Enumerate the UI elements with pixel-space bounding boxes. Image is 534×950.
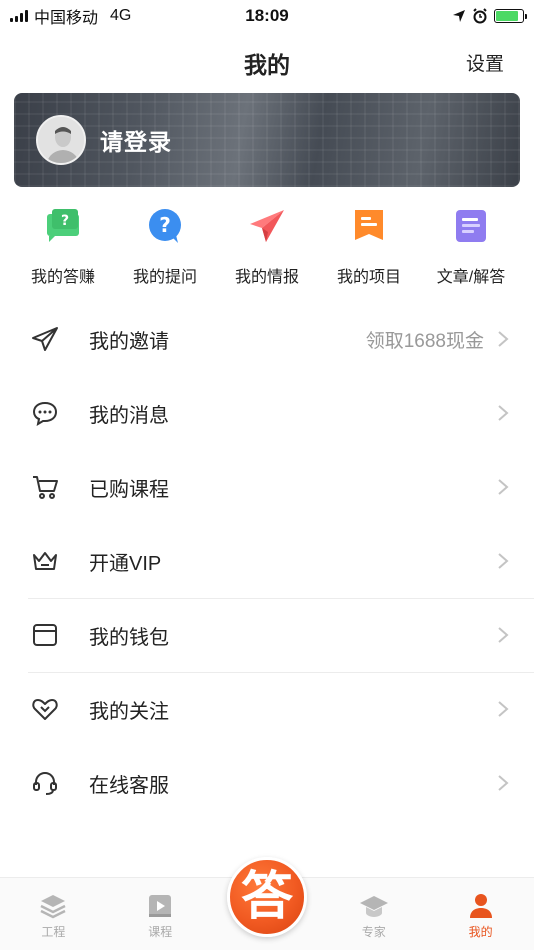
menu-label: 在线客服: [89, 774, 169, 797]
invite-reward-text: 领取1688现金: [365, 330, 484, 352]
menu-label: 我的消息: [89, 404, 169, 427]
quick-actions: ? 我的答赚 ? 我的提问 我的情报 我的项目 文章/解答: [0, 200, 534, 290]
wallet-icon: [30, 620, 60, 650]
menu-item-wallet[interactable]: 我的钱包: [0, 598, 534, 672]
quick-item-my-projects[interactable]: 我的项目: [318, 200, 420, 290]
paper-plane-outline-icon: [30, 324, 60, 354]
article-icon: [449, 204, 493, 248]
paper-plane-icon: [245, 204, 289, 248]
status-bar: 中国移动 4G 18:09: [0, 0, 534, 32]
alarm-icon: [473, 8, 487, 24]
chevron-right-icon: [498, 479, 509, 495]
user-icon: [466, 891, 496, 921]
tab-experts[interactable]: 专家: [320, 878, 427, 950]
headset-icon: [30, 768, 60, 798]
tab-label: 课程: [148, 925, 173, 939]
bookmark-doc-icon: [347, 204, 391, 248]
svg-text:?: ?: [61, 213, 69, 229]
quick-label: 我的项目: [336, 269, 401, 286]
page-title: 我的: [244, 52, 290, 78]
menu-label: 已购课程: [89, 478, 169, 501]
question-chat-icon: ?: [41, 204, 85, 248]
tab-label: 专家: [361, 925, 386, 939]
status-left: 中国移动 4G: [10, 4, 210, 28]
quick-item-articles[interactable]: 文章/解答: [420, 200, 522, 290]
settings-button[interactable]: 设置: [466, 49, 504, 76]
menu-item-purchased-courses[interactable]: 已购课程: [0, 450, 534, 524]
carrier-name: 中国移动: [34, 10, 99, 27]
svg-text:?: ?: [159, 213, 171, 237]
tab-label: 工程: [41, 925, 66, 939]
status-right: [324, 8, 527, 24]
layers-icon: [38, 891, 68, 921]
answer-button-label: 答: [240, 867, 293, 927]
login-card[interactable]: 请登录: [14, 93, 520, 187]
chat-bubble-icon: [30, 398, 60, 428]
chevron-right-icon: [498, 405, 509, 421]
chevron-right-icon: [498, 701, 509, 717]
quick-label: 我的答赚: [30, 269, 95, 286]
network-type: 4G: [110, 7, 132, 24]
tab-label: 我的: [468, 925, 493, 939]
quick-item-my-answers[interactable]: ? 我的答赚: [12, 200, 114, 290]
shopping-cart-icon: [30, 472, 60, 502]
chevron-right-icon: [498, 553, 509, 569]
menu-list: 我的邀请 领取1688现金 我的消息 已购课程 开通VIP 我的钱包 我的关注 …: [0, 302, 534, 820]
heart-icon: [30, 694, 60, 724]
menu-label: 开通VIP: [89, 552, 162, 575]
menu-item-vip[interactable]: 开通VIP: [0, 524, 534, 598]
chevron-right-icon: [498, 775, 509, 791]
answer-button[interactable]: 答: [227, 857, 307, 937]
signal-icon: [10, 10, 28, 22]
quick-label: 我的情报: [234, 269, 299, 286]
tab-courses[interactable]: 课程: [107, 878, 214, 950]
quick-item-my-questions[interactable]: ? 我的提问: [114, 200, 216, 290]
quick-item-my-intel[interactable]: 我的情报: [216, 200, 318, 290]
battery-level: [496, 11, 519, 21]
menu-label: 我的关注: [89, 700, 169, 723]
menu-label: 我的邀请: [89, 330, 169, 353]
menu-item-invite[interactable]: 我的邀请 领取1688现金: [0, 302, 534, 376]
tab-mine[interactable]: 我的: [427, 878, 534, 950]
avatar[interactable]: [36, 115, 86, 165]
quick-label: 文章/解答: [436, 269, 506, 286]
menu-item-customer-service[interactable]: 在线客服: [0, 746, 534, 820]
header: 我的 设置: [0, 40, 534, 84]
video-icon: [145, 891, 175, 921]
crown-icon: [30, 546, 60, 576]
chevron-right-icon: [498, 627, 509, 643]
menu-label: 我的钱包: [89, 626, 169, 649]
chevron-right-icon: [498, 331, 509, 347]
menu-item-following[interactable]: 我的关注: [0, 672, 534, 746]
menu-item-messages[interactable]: 我的消息: [0, 376, 534, 450]
graduation-cap-icon: [359, 891, 389, 921]
battery-icon: [494, 9, 527, 23]
location-icon: [453, 10, 465, 22]
tab-engineering[interactable]: 工程: [0, 878, 107, 950]
question-bubble-icon: ?: [143, 204, 187, 248]
quick-label: 我的提问: [132, 269, 197, 286]
login-label[interactable]: 请登录: [100, 123, 172, 157]
status-time: 18:09: [245, 6, 289, 25]
